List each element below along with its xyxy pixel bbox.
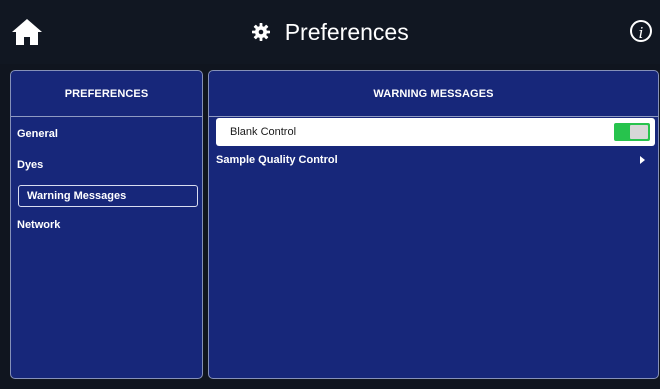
blank-control-row[interactable]: Blank Control (216, 118, 655, 146)
page-title: Preferences (284, 19, 409, 45)
sample-quality-control-label: Sample Quality Control (216, 154, 338, 166)
info-icon[interactable]: i (630, 20, 652, 42)
blank-control-toggle[interactable] (614, 123, 650, 141)
sidebar-item-network[interactable]: Network (17, 217, 60, 233)
preferences-panel: PREFERENCES General Dyes Warning Message… (10, 70, 203, 379)
sidebar-item-warning-messages[interactable]: Warning Messages (18, 185, 198, 207)
page-title-wrap: Preferences (0, 16, 660, 48)
sidebar-item-general[interactable]: General (17, 126, 58, 142)
chevron-right-icon (640, 156, 645, 164)
sidebar-item-dyes[interactable]: Dyes (17, 157, 43, 173)
gear-icon (252, 23, 271, 41)
warning-messages-panel: WARNING MESSAGES Blank Control Sample Qu… (208, 70, 659, 379)
top-bar: Preferences i (0, 0, 660, 64)
warning-messages-panel-header: WARNING MESSAGES (209, 71, 658, 117)
blank-control-label: Blank Control (230, 126, 297, 138)
sample-quality-control-row[interactable]: Sample Quality Control (216, 150, 655, 170)
toggle-knob (630, 125, 648, 139)
preferences-panel-header: PREFERENCES (11, 71, 202, 117)
